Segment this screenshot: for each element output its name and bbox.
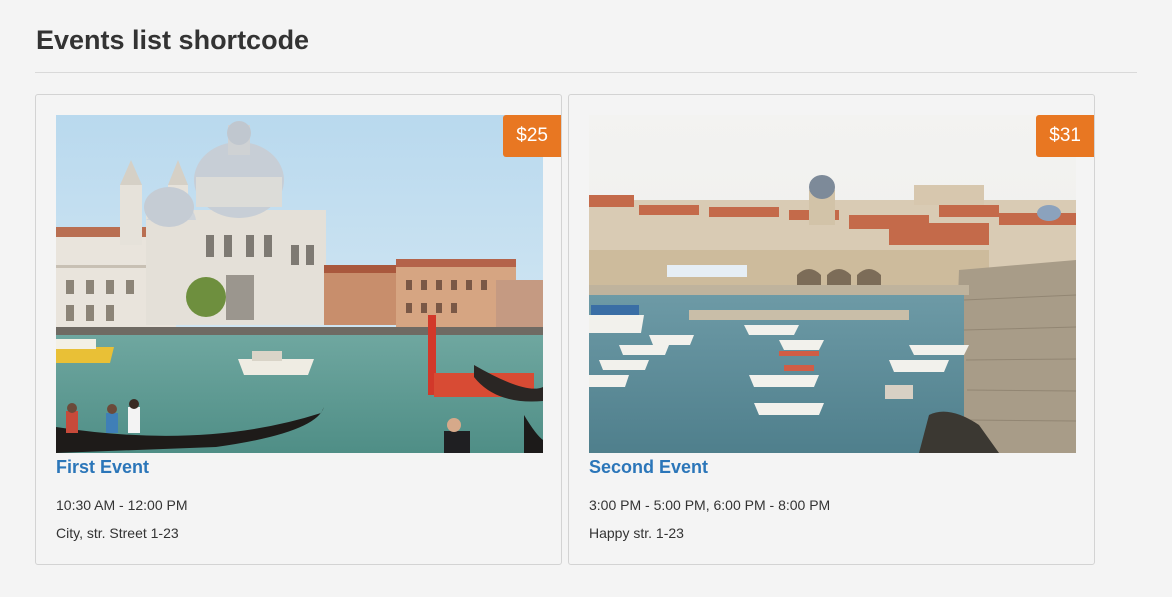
event-time: 3:00 PM - 5:00 PM, 6:00 PM - 8:00 PM — [589, 497, 831, 513]
event-location: City, str. Street 1-23 — [56, 525, 179, 541]
event-time: 10:30 AM - 12:00 PM — [56, 497, 188, 513]
event-title-link[interactable]: First Event — [56, 455, 149, 479]
event-location: Happy str. 1-23 — [589, 525, 684, 541]
price-badge: $25 — [503, 115, 561, 157]
event-card-second: $31 Second Event 3:00 PM - 5:00 PM, 6:00… — [568, 94, 1095, 565]
venice-canal-photo — [56, 115, 543, 453]
event-image-harbor[interactable] — [589, 115, 1076, 453]
title-divider — [35, 72, 1137, 73]
harbor-old-town-photo — [589, 115, 1076, 453]
events-page: Events list shortcode $25 First Event 10… — [0, 0, 1172, 597]
price-badge: $31 — [1036, 115, 1094, 157]
event-title-link[interactable]: Second Event — [589, 455, 708, 479]
event-image-venice[interactable] — [56, 115, 543, 453]
event-card-first: $25 First Event 10:30 AM - 12:00 PM City… — [35, 94, 562, 565]
page-title: Events list shortcode — [36, 25, 310, 55]
